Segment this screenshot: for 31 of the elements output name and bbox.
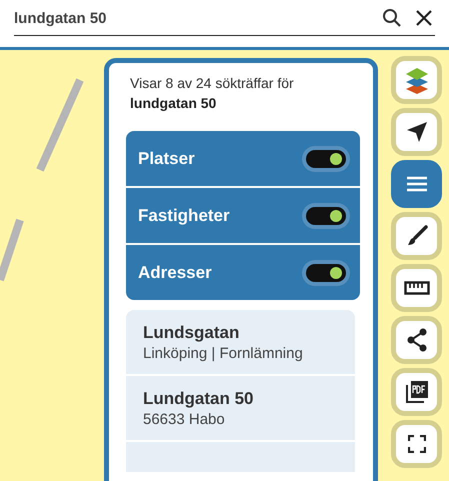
search-icon[interactable] <box>381 7 403 29</box>
measure-button[interactable] <box>391 264 442 312</box>
menu-button[interactable] <box>391 160 442 208</box>
pdf-icon <box>404 380 428 404</box>
draw-button[interactable] <box>391 212 442 260</box>
toggle-switch[interactable] <box>302 146 350 172</box>
menu-icon <box>406 176 428 192</box>
result-subtitle: Linköping | Fornlämning <box>143 344 304 364</box>
share-icon <box>406 328 428 352</box>
summary-text: Visar 8 av 24 sökträffar för lundgatan 50 <box>130 74 295 113</box>
result-item[interactable]: Lundsgatan Linköping | Fornlämning <box>126 310 355 374</box>
search-field[interactable]: lundgatan 50 <box>14 10 371 26</box>
toggle-switch[interactable] <box>302 202 350 228</box>
road-line <box>0 218 24 282</box>
toggle-switch[interactable] <box>302 260 350 286</box>
category-label: Adresser <box>138 262 212 282</box>
brush-icon <box>406 225 428 247</box>
category-label: Fastigheter <box>138 206 230 226</box>
fullscreen-button[interactable] <box>391 420 442 468</box>
result-title: Lundgatan 50 <box>143 388 255 410</box>
result-item[interactable]: Lundgatan 50 56633 Habo <box>126 376 355 440</box>
layers-button[interactable] <box>391 56 442 104</box>
locate-button[interactable] <box>391 108 442 156</box>
result-title: Lundsgatan <box>143 322 240 344</box>
pdf-button[interactable] <box>391 368 442 416</box>
category-label: Platser <box>138 148 195 168</box>
share-button[interactable] <box>391 316 442 364</box>
ruler-icon <box>404 281 430 295</box>
navigation-arrow-icon <box>406 121 428 143</box>
result-subtitle: 56633 Habo <box>143 410 226 430</box>
fullscreen-icon <box>408 435 426 453</box>
